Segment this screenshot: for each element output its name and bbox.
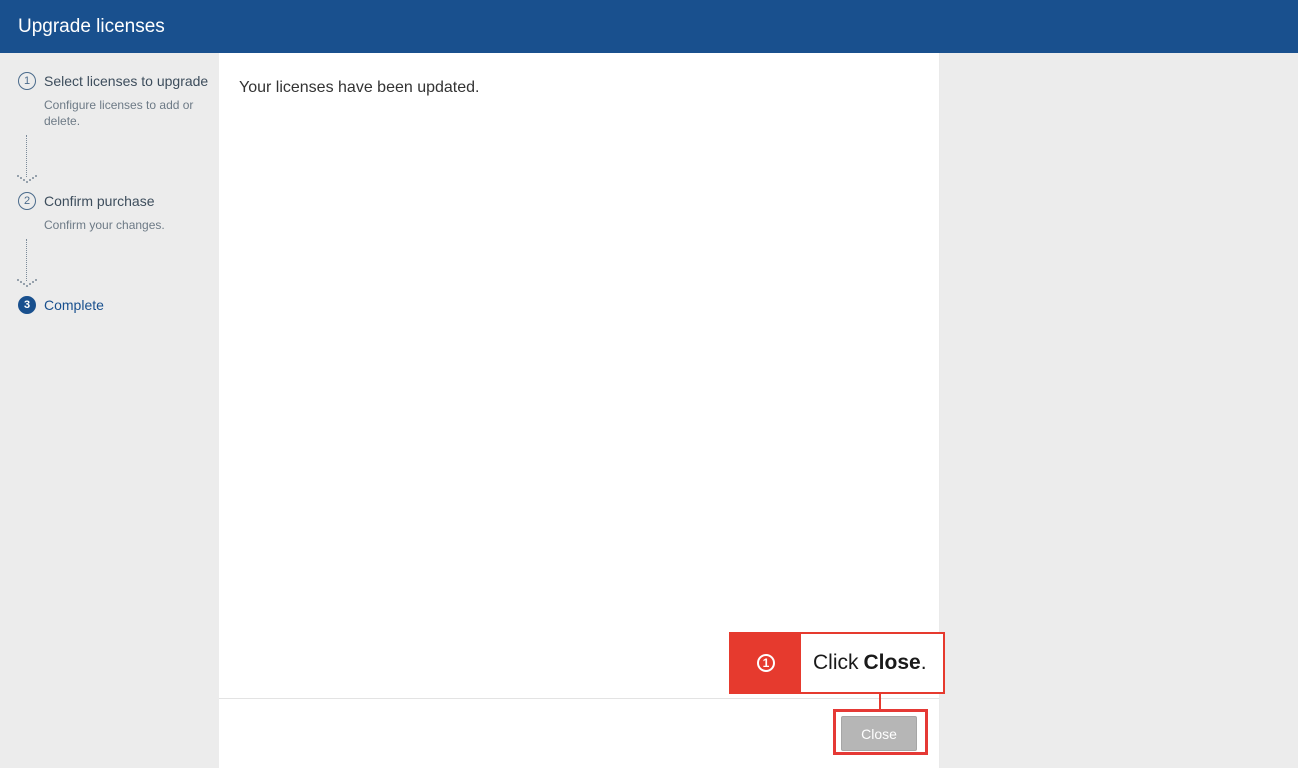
right-empty-area: [940, 53, 1298, 768]
header-bar: Upgrade licenses: [0, 0, 1298, 53]
step-connector: [26, 239, 219, 295]
update-success-message: Your licenses have been updated.: [239, 79, 919, 97]
callout-number-badge: 1: [731, 634, 801, 692]
body-area: 1 Select licenses to upgrade Configure l…: [0, 53, 1298, 768]
callout-number-icon: 1: [757, 654, 775, 672]
step-description: Configure licenses to add or delete.: [44, 97, 219, 129]
callout-text-suffix: .: [921, 651, 927, 675]
step-title: Select licenses to upgrade: [44, 71, 219, 91]
instruction-callout: 1 Click Close.: [729, 632, 945, 694]
step-title: Complete: [44, 295, 219, 315]
footer-bar: Close: [219, 698, 939, 768]
close-button[interactable]: Close: [841, 716, 917, 751]
step-connector: [26, 135, 219, 191]
page-title: Upgrade licenses: [18, 16, 165, 38]
step-title: Confirm purchase: [44, 191, 219, 211]
callout-text-bold: Close: [864, 651, 921, 675]
wizard-step-select-licenses: 1 Select licenses to upgrade Configure l…: [18, 71, 219, 129]
step-number-icon: 3: [18, 296, 36, 314]
callout-text: Click Close.: [801, 634, 939, 692]
wizard-sidebar: 1 Select licenses to upgrade Configure l…: [0, 53, 219, 768]
step-description: Confirm your changes.: [44, 217, 219, 233]
wizard-step-confirm-purchase: 2 Confirm purchase Confirm your changes.: [18, 191, 219, 233]
callout-connector-line: [879, 694, 881, 709]
wizard-step-complete: 3 Complete: [18, 295, 219, 315]
step-number-icon: 1: [18, 72, 36, 90]
main-content: Your licenses have been updated.: [219, 53, 939, 698]
step-number-icon: 2: [18, 192, 36, 210]
callout-text-prefix: Click: [813, 651, 859, 675]
